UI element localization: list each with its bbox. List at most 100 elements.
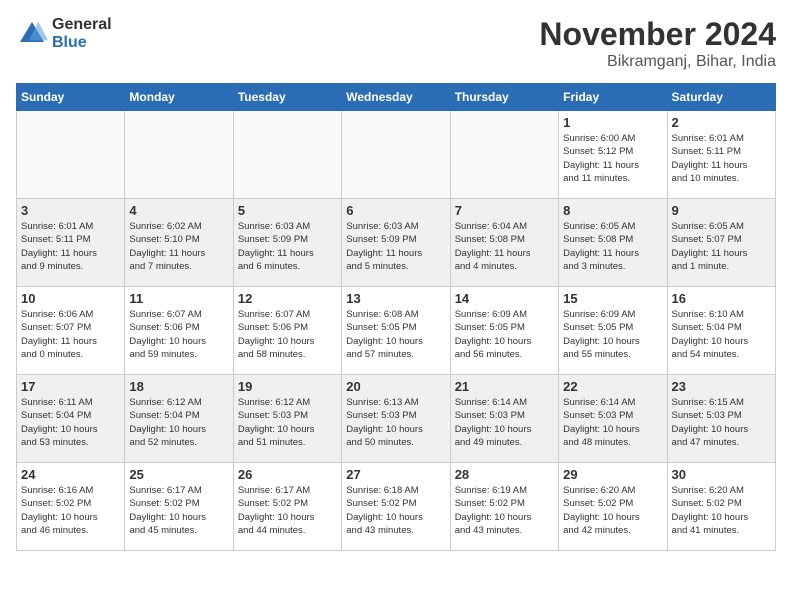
day-info: Sunrise: 6:07 AM Sunset: 5:06 PM Dayligh… — [238, 308, 337, 361]
day-info: Sunrise: 6:12 AM Sunset: 5:03 PM Dayligh… — [238, 396, 337, 449]
day-number: 21 — [455, 379, 554, 394]
calendar-day-cell: 23Sunrise: 6:15 AM Sunset: 5:03 PM Dayli… — [667, 375, 775, 463]
day-info: Sunrise: 6:08 AM Sunset: 5:05 PM Dayligh… — [346, 308, 445, 361]
page-header: General Blue November 2024 Bikramganj, B… — [16, 16, 776, 71]
day-info: Sunrise: 6:12 AM Sunset: 5:04 PM Dayligh… — [129, 396, 228, 449]
day-info: Sunrise: 6:14 AM Sunset: 5:03 PM Dayligh… — [455, 396, 554, 449]
weekday-header: Friday — [559, 84, 667, 111]
calendar-day-cell: 10 Sunrise: 6:06 AM Sunset: 5:07 PM Dayli… — [17, 287, 125, 375]
calendar-day-cell: 7Sunrise: 6:04 AM Sunset: 5:08 PM Daylig… — [450, 199, 558, 287]
day-number: 5 — [238, 203, 337, 218]
day-info: Sunrise: 6:17 AM Sunset: 5:02 PM Dayligh… — [238, 484, 337, 537]
calendar-day-cell: 11 Sunrise: 6:07 AM Sunset: 5:06 PM Dayli… — [125, 287, 233, 375]
calendar-day-cell: 16 Sunrise: 6:10 AM Sunset: 5:04 PM Dayli… — [667, 287, 775, 375]
logo: General Blue — [16, 16, 112, 51]
calendar-day-cell — [125, 111, 233, 199]
day-number: 30 — [672, 467, 771, 482]
logo-icon — [16, 18, 48, 50]
day-info: Sunrise: 6:19 AM Sunset: 5:02 PM Dayligh… — [455, 484, 554, 537]
day-info: Sunrise: 6:11 AM Sunset: 5:04 PM Dayligh… — [21, 396, 120, 449]
calendar-day-cell: 9 Sunrise: 6:05 AM Sunset: 5:07 PM Daylig… — [667, 199, 775, 287]
day-info: Sunrise: 6:01 AM Sunset: 5:11 PM Dayligh… — [21, 220, 120, 273]
day-number: 24 — [21, 467, 120, 482]
day-number: 10 — [21, 291, 120, 306]
day-number: 25 — [129, 467, 228, 482]
calendar-day-cell: 2 Sunrise: 6:01 AM Sunset: 5:11 PM Daylig… — [667, 111, 775, 199]
calendar-header-row: SundayMondayTuesdayWednesdayThursdayFrid… — [17, 84, 776, 111]
calendar-day-cell: 22 Sunrise: 6:14 AM Sunset: 5:03 PM Dayli… — [559, 375, 667, 463]
day-info: Sunrise: 6:00 AM Sunset: 5:12 PM Dayligh… — [563, 132, 662, 185]
calendar-day-cell — [17, 111, 125, 199]
day-number: 22 — [563, 379, 662, 394]
calendar-day-cell: 30 Sunrise: 6:20 AM Sunset: 5:02 PM Dayli… — [667, 463, 775, 551]
day-info: Sunrise: 6:17 AM Sunset: 5:02 PM Dayligh… — [129, 484, 228, 537]
calendar-day-cell: 6Sunrise: 6:03 AM Sunset: 5:09 PM Daylig… — [342, 199, 450, 287]
day-number: 19 — [238, 379, 337, 394]
logo-blue-label: Blue — [52, 34, 112, 52]
day-number: 14 — [455, 291, 554, 306]
calendar-week-row: 3 Sunrise: 6:01 AM Sunset: 5:11 PM Daylig… — [17, 199, 776, 287]
day-number: 12 — [238, 291, 337, 306]
day-number: 29 — [563, 467, 662, 482]
day-number: 18 — [129, 379, 228, 394]
weekday-header: Tuesday — [233, 84, 341, 111]
calendar-day-cell: 26 Sunrise: 6:17 AM Sunset: 5:02 PM Dayli… — [233, 463, 341, 551]
day-info: Sunrise: 6:10 AM Sunset: 5:04 PM Dayligh… — [672, 308, 771, 361]
day-number: 13 — [346, 291, 445, 306]
day-number: 3 — [21, 203, 120, 218]
day-number: 1 — [563, 115, 662, 130]
title-block: November 2024 Bikramganj, Bihar, India — [539, 16, 776, 71]
calendar-day-cell: 25 Sunrise: 6:17 AM Sunset: 5:02 PM Dayli… — [125, 463, 233, 551]
weekday-header: Monday — [125, 84, 233, 111]
calendar-day-cell — [450, 111, 558, 199]
calendar-day-cell: 4Sunrise: 6:02 AM Sunset: 5:10 PM Daylig… — [125, 199, 233, 287]
logo-general-label: General — [52, 16, 112, 34]
month-title: November 2024 — [539, 16, 776, 53]
day-info: Sunrise: 6:14 AM Sunset: 5:03 PM Dayligh… — [563, 396, 662, 449]
weekday-header: Sunday — [17, 84, 125, 111]
day-info: Sunrise: 6:09 AM Sunset: 5:05 PM Dayligh… — [563, 308, 662, 361]
day-number: 15 — [563, 291, 662, 306]
calendar-day-cell: 28Sunrise: 6:19 AM Sunset: 5:02 PM Dayli… — [450, 463, 558, 551]
day-number: 6 — [346, 203, 445, 218]
day-info: Sunrise: 6:06 AM Sunset: 5:07 PM Dayligh… — [21, 308, 120, 361]
day-number: 20 — [346, 379, 445, 394]
day-info: Sunrise: 6:13 AM Sunset: 5:03 PM Dayligh… — [346, 396, 445, 449]
day-number: 26 — [238, 467, 337, 482]
calendar-day-cell: 19 Sunrise: 6:12 AM Sunset: 5:03 PM Dayli… — [233, 375, 341, 463]
calendar-day-cell: 21 Sunrise: 6:14 AM Sunset: 5:03 PM Dayli… — [450, 375, 558, 463]
calendar-day-cell: 8Sunrise: 6:05 AM Sunset: 5:08 PM Daylig… — [559, 199, 667, 287]
day-info: Sunrise: 6:20 AM Sunset: 5:02 PM Dayligh… — [672, 484, 771, 537]
day-number: 27 — [346, 467, 445, 482]
calendar-week-row: 1 Sunrise: 6:00 AM Sunset: 5:12 PM Daylig… — [17, 111, 776, 199]
day-info: Sunrise: 6:02 AM Sunset: 5:10 PM Dayligh… — [129, 220, 228, 273]
day-info: Sunrise: 6:07 AM Sunset: 5:06 PM Dayligh… — [129, 308, 228, 361]
calendar-day-cell: 5Sunrise: 6:03 AM Sunset: 5:09 PM Daylig… — [233, 199, 341, 287]
day-info: Sunrise: 6:09 AM Sunset: 5:05 PM Dayligh… — [455, 308, 554, 361]
location-label: Bikramganj, Bihar, India — [539, 53, 776, 71]
weekday-header: Thursday — [450, 84, 558, 111]
day-info: Sunrise: 6:01 AM Sunset: 5:11 PM Dayligh… — [672, 132, 771, 185]
calendar-day-cell: 17Sunrise: 6:11 AM Sunset: 5:04 PM Dayli… — [17, 375, 125, 463]
weekday-header: Saturday — [667, 84, 775, 111]
day-info: Sunrise: 6:05 AM Sunset: 5:07 PM Dayligh… — [672, 220, 771, 273]
day-info: Sunrise: 6:05 AM Sunset: 5:08 PM Dayligh… — [563, 220, 662, 273]
logo-text: General Blue — [52, 16, 112, 51]
calendar-day-cell: 14 Sunrise: 6:09 AM Sunset: 5:05 PM Dayli… — [450, 287, 558, 375]
day-number: 9 — [672, 203, 771, 218]
calendar-week-row: 17Sunrise: 6:11 AM Sunset: 5:04 PM Dayli… — [17, 375, 776, 463]
calendar-day-cell: 29Sunrise: 6:20 AM Sunset: 5:02 PM Dayli… — [559, 463, 667, 551]
calendar-day-cell: 13 Sunrise: 6:08 AM Sunset: 5:05 PM Dayli… — [342, 287, 450, 375]
calendar-day-cell: 18 Sunrise: 6:12 AM Sunset: 5:04 PM Dayli… — [125, 375, 233, 463]
day-number: 2 — [672, 115, 771, 130]
day-number: 16 — [672, 291, 771, 306]
calendar-day-cell: 12 Sunrise: 6:07 AM Sunset: 5:06 PM Dayli… — [233, 287, 341, 375]
calendar-day-cell — [233, 111, 341, 199]
calendar-day-cell: 24 Sunrise: 6:16 AM Sunset: 5:02 PM Dayli… — [17, 463, 125, 551]
day-info: Sunrise: 6:04 AM Sunset: 5:08 PM Dayligh… — [455, 220, 554, 273]
day-number: 11 — [129, 291, 228, 306]
calendar-day-cell: 1 Sunrise: 6:00 AM Sunset: 5:12 PM Daylig… — [559, 111, 667, 199]
calendar-day-cell: 27Sunrise: 6:18 AM Sunset: 5:02 PM Dayli… — [342, 463, 450, 551]
day-info: Sunrise: 6:15 AM Sunset: 5:03 PM Dayligh… — [672, 396, 771, 449]
day-info: Sunrise: 6:16 AM Sunset: 5:02 PM Dayligh… — [21, 484, 120, 537]
